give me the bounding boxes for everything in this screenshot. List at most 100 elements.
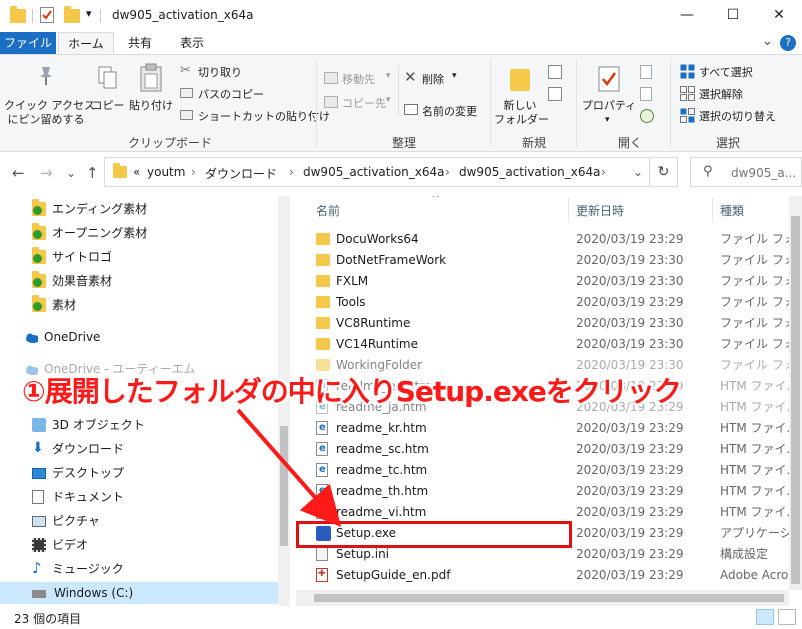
nav-item-materials[interactable]: 素材	[32, 294, 272, 316]
nav-item-downloads[interactable]: ⬇ ダウンロード	[32, 438, 272, 460]
open-button[interactable]	[640, 65, 662, 81]
refresh-button[interactable]: ↻	[650, 157, 678, 187]
nav-item-3d-objects[interactable]: 3D オブジェクト	[32, 414, 272, 436]
history-button[interactable]	[640, 109, 662, 125]
file-name: DotNetFrameWork	[336, 253, 447, 267]
breadcrumb-separator[interactable]: ›	[289, 165, 294, 179]
nav-item-pictures[interactable]: ピクチャ	[32, 510, 272, 532]
breadcrumb-overflow[interactable]: «	[133, 165, 140, 179]
properties-quick-icon[interactable]	[40, 7, 54, 23]
scrollbar-thumb[interactable]	[314, 594, 784, 602]
file-type: Adobe Acrol	[720, 568, 792, 582]
separator	[576, 59, 577, 147]
select-none-button[interactable]: 選択解除	[680, 85, 790, 103]
paste-button[interactable]: 貼り付け	[128, 59, 174, 131]
new-item-button[interactable]	[548, 65, 570, 83]
column-header-type[interactable]: 種類	[720, 202, 744, 219]
breadcrumb-item[interactable]: ダウンロード	[205, 165, 277, 182]
column-divider[interactable]	[568, 198, 569, 222]
breadcrumb-separator[interactable]: ›	[601, 165, 606, 179]
table-row[interactable]: DocuWorks64 2020/03/19 23:29 ファイル フォル	[296, 229, 802, 250]
copy-to-button[interactable]: コピー先 ▾	[324, 93, 396, 113]
sync-check-icon	[33, 254, 42, 263]
up-button[interactable]: ↑	[86, 164, 99, 182]
breadcrumb-item[interactable]: dw905_activation_x64a	[303, 165, 445, 179]
tab-share[interactable]: 共有	[118, 32, 162, 54]
nav-item-videos[interactable]: ビデオ	[32, 534, 272, 556]
address-dropdown-icon[interactable]: ⌄	[633, 165, 643, 179]
properties-label: プロパティ	[581, 99, 637, 112]
table-row[interactable]: readme_vi.htm 2020/03/19 23:29 HTM ファイル	[296, 501, 802, 523]
file-list-scrollbar[interactable]	[789, 196, 802, 590]
nav-item-opening[interactable]: オープニング素材	[32, 222, 272, 244]
table-row[interactable]: Tools 2020/03/19 23:29 ファイル フォル	[296, 292, 802, 313]
column-header-date[interactable]: 更新日時	[576, 202, 624, 219]
search-placeholder: dw905_a...	[731, 166, 797, 180]
nav-item-ending[interactable]: エンディング素材	[32, 198, 272, 220]
table-row[interactable]: VC14Runtime 2020/03/19 23:30 ファイル フォル	[296, 334, 802, 355]
help-icon[interactable]: ?	[780, 35, 796, 51]
delete-button[interactable]: ✕ 削除 ▾	[404, 68, 464, 89]
breadcrumb-item[interactable]: youtm	[147, 165, 185, 179]
easy-access-button[interactable]	[548, 87, 570, 105]
properties-button[interactable]: プロパティ ▾	[580, 59, 638, 131]
table-row[interactable]: readme_sc.htm 2020/03/19 23:29 HTM ファイル	[296, 438, 802, 460]
copy-path-button[interactable]: パスのコピー	[178, 85, 278, 103]
forward-button[interactable]: →	[40, 164, 53, 182]
breadcrumb-separator[interactable]: ›	[191, 165, 196, 179]
new-folder-quick-icon[interactable]	[64, 6, 80, 23]
copy-label: コピー	[91, 99, 125, 112]
close-button[interactable]: ✕	[756, 0, 802, 30]
tab-home[interactable]: ホーム	[58, 32, 114, 54]
paste-shortcut-button[interactable]: ショートカットの貼り付け	[178, 107, 330, 125]
pin-quick-access-button[interactable]: クイック アクセス にピン留めする	[4, 59, 95, 131]
table-row[interactable]: SetupGuide_en.pdf 2020/03/19 23:29 Adobe A…	[296, 564, 802, 586]
nav-item-windows-c[interactable]: Windows (C:)	[0, 582, 278, 604]
tab-view[interactable]: 表示	[170, 32, 214, 54]
back-button[interactable]: ←	[12, 164, 25, 182]
table-row[interactable]: readme_kr.htm 2020/03/19 23:29 HTM ファイル	[296, 417, 802, 439]
nav-item-desktop[interactable]: デスクトップ	[32, 462, 272, 484]
nav-item-label: オープニング素材	[52, 226, 148, 240]
new-folder-button[interactable]: 新しい フォルダー	[494, 59, 549, 131]
minimize-button[interactable]: —	[664, 0, 710, 30]
invert-selection-button[interactable]: 選択の切り替え	[680, 107, 798, 125]
maximize-button[interactable]: ☐	[710, 0, 756, 30]
column-header-name[interactable]: 名前	[316, 202, 340, 219]
large-icons-view-icon[interactable]	[778, 609, 796, 625]
scrollbar-thumb[interactable]	[791, 216, 800, 584]
nav-item-onedrive[interactable]: OneDrive	[24, 326, 272, 348]
column-divider[interactable]	[712, 198, 713, 222]
delete-x-icon: ✕	[404, 68, 417, 86]
nav-item-documents[interactable]: ドキュメント	[32, 486, 272, 508]
table-row[interactable]: readme_th.htm 2020/03/19 23:29 HTM ファイル	[296, 480, 802, 502]
breadcrumb-item[interactable]: dw905_activation_x64a	[459, 165, 601, 179]
breadcrumb-separator[interactable]: ›	[445, 165, 450, 179]
table-row[interactable]: FXLM 2020/03/19 23:30 ファイル フォル	[296, 271, 802, 292]
edit-button[interactable]	[640, 87, 662, 103]
cut-button[interactable]: ✂ 切り取り	[178, 63, 278, 81]
clipboard-group-label: クリップボード	[128, 136, 213, 150]
copy-button[interactable]: コピー	[90, 59, 126, 131]
nav-item-site-logo[interactable]: サイトロゴ	[32, 246, 272, 268]
details-view-icon[interactable]	[756, 609, 774, 625]
table-row[interactable]: VC8Runtime 2020/03/19 23:30 ファイル フォル	[296, 313, 802, 334]
rename-button[interactable]: 名前の変更	[404, 101, 488, 121]
qat-dropdown-icon[interactable]: ▾	[86, 7, 92, 20]
move-to-icon	[324, 72, 338, 84]
address-bar[interactable]: « youtm › ダウンロード › dw905_activation_x64a…	[104, 157, 650, 187]
horizontal-scrollbar[interactable]	[296, 590, 789, 606]
select-all-button[interactable]: すべて選択	[680, 63, 790, 81]
file-date: 2020/03/19 23:29	[576, 295, 684, 309]
nav-item-music[interactable]: ♪ ミュージック	[32, 558, 272, 580]
tab-file[interactable]: ファイル	[0, 32, 56, 54]
ribbon-collapse-icon[interactable]: ⌄	[762, 34, 773, 49]
table-row[interactable]: readme_tc.htm 2020/03/19 23:29 HTM ファイル	[296, 459, 802, 481]
recent-locations-button[interactable]: ⌄	[66, 166, 76, 180]
search-input[interactable]: ⚲ dw905_a...	[690, 157, 802, 187]
separator	[100, 9, 101, 23]
move-to-button[interactable]: 移動先 ▾	[324, 69, 396, 89]
scrollbar-thumb[interactable]	[280, 426, 288, 546]
nav-item-sound-effects[interactable]: 効果音素材	[32, 270, 272, 292]
table-row[interactable]: DotNetFrameWork 2020/03/19 23:30 ファイル フォル	[296, 250, 802, 271]
